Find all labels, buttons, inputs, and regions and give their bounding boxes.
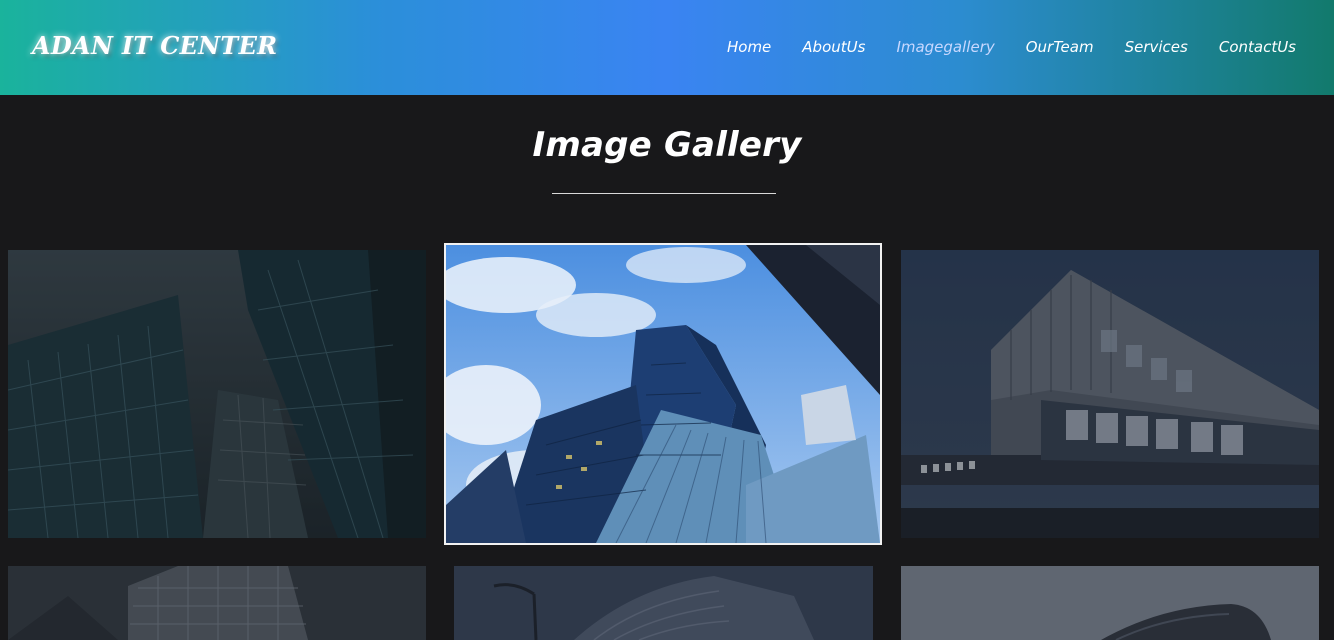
nav-link-services[interactable]: Services <box>1125 38 1188 56</box>
image-dim-overlay <box>901 250 1319 538</box>
gallery-image-4[interactable] <box>8 566 426 640</box>
nav-link-home[interactable]: Home <box>727 38 771 56</box>
nav-link-imagegallery[interactable]: Imagegallery <box>896 38 994 56</box>
brand-logo-text[interactable]: ADAN IT CENTER <box>32 31 277 60</box>
image-dim-overlay <box>901 566 1319 640</box>
gallery-image-3[interactable] <box>901 250 1319 538</box>
site-header: ADAN IT CENTER Home AboutUs Imagegallery… <box>0 0 1334 95</box>
glass-tower-photo <box>446 245 880 543</box>
nav-link-contactus[interactable]: ContactUs <box>1219 38 1296 56</box>
title-underline-divider <box>552 193 776 194</box>
main-nav: Home AboutUs Imagegallery OurTeam Servic… <box>696 38 1296 56</box>
image-dim-overlay <box>8 250 426 538</box>
nav-link-aboutus[interactable]: AboutUs <box>802 38 865 56</box>
gallery-image-1[interactable] <box>8 250 426 538</box>
nav-link-ourteam[interactable]: OurTeam <box>1026 38 1094 56</box>
gallery-image-6[interactable] <box>901 566 1319 640</box>
page-title: Image Gallery <box>532 125 802 165</box>
gallery-image-2-featured[interactable] <box>444 243 882 545</box>
image-dim-overlay <box>8 566 426 640</box>
image-dim-overlay <box>454 566 873 640</box>
gallery-image-5[interactable] <box>454 566 873 640</box>
